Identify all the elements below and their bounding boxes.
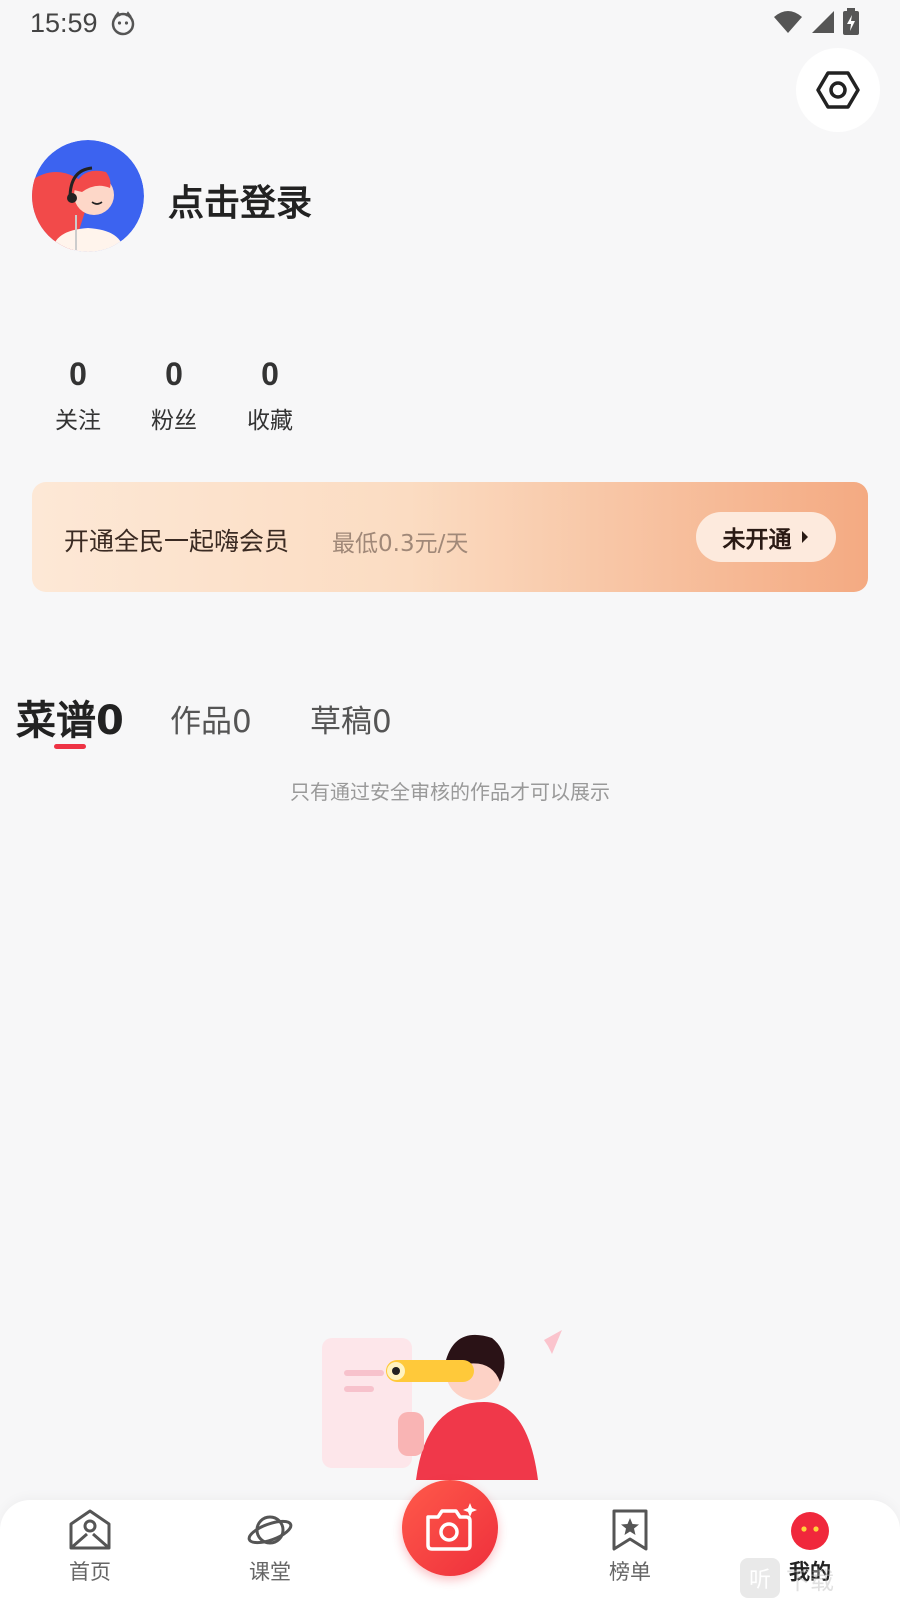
chevron-right-icon — [801, 531, 808, 543]
stat-following[interactable]: 0 关注 — [38, 356, 118, 435]
home-icon — [69, 1509, 111, 1550]
tab-recipes-label: 菜谱0 — [16, 698, 124, 744]
stat-favorites[interactable]: 0 收藏 — [230, 356, 310, 435]
vip-banner[interactable]: 开通全民一起嗨会员 最低0.3元/天 未开通 — [32, 482, 868, 592]
settings-icon — [816, 71, 860, 109]
battery-icon — [843, 8, 859, 35]
stat-fans-label: 粉丝 — [151, 408, 197, 434]
signal-icon — [812, 11, 834, 33]
stat-following-label: 关注 — [55, 408, 101, 434]
nav-classroom-label: 课堂 — [249, 1560, 291, 1584]
wifi-icon — [774, 11, 802, 33]
stat-fans[interactable]: 0 粉丝 — [134, 356, 214, 435]
vip-status-button[interactable]: 未开通 — [696, 512, 836, 562]
stat-following-count: 0 — [69, 356, 87, 392]
watermark: 听 下载 — [740, 1558, 834, 1598]
stat-fans-count: 0 — [165, 356, 183, 392]
settings-button[interactable] — [796, 48, 880, 132]
stat-favorites-label: 收藏 — [247, 408, 293, 434]
tab-drafts[interactable]: 草稿0 — [310, 696, 392, 741]
watermark-text: 下载 — [786, 1566, 834, 1595]
planet-icon — [247, 1515, 293, 1545]
bookmark-star-icon — [612, 1509, 648, 1551]
status-bar: 15:59 — [0, 0, 900, 48]
watermark-badge: 听 — [740, 1558, 780, 1598]
avatar-illustration-icon — [32, 140, 144, 252]
empty-state-illustration — [322, 1330, 562, 1480]
stat-favorites-count: 0 — [261, 356, 279, 392]
login-prompt[interactable]: 点击登录 — [168, 174, 312, 226]
camera-button[interactable] — [402, 1480, 498, 1576]
nav-classroom[interactable]: 课堂 — [220, 1508, 320, 1586]
tab-active-indicator — [54, 744, 86, 749]
nav-rankings-label: 榜单 — [609, 1560, 651, 1584]
status-face-icon — [111, 11, 135, 36]
nav-rankings[interactable]: 榜单 — [580, 1508, 680, 1586]
status-time: 15:59 — [30, 8, 98, 38]
status-icons — [772, 8, 860, 36]
tab-works-label: 作品0 — [170, 704, 252, 740]
vip-title: 开通全民一起嗨会员 — [64, 527, 290, 556]
vip-subtitle: 最低0.3元/天 — [332, 531, 469, 557]
tab-works[interactable]: 作品0 — [170, 696, 252, 741]
vip-status-label: 未开通 — [722, 527, 792, 553]
profile-icon — [791, 1512, 829, 1550]
tab-drafts-label: 草稿0 — [310, 704, 392, 740]
review-notice: 只有通过安全审核的作品才可以展示 — [290, 780, 610, 804]
tab-recipes[interactable]: 菜谱0 — [16, 688, 124, 749]
nav-home-label: 首页 — [69, 1560, 111, 1584]
avatar[interactable] — [32, 140, 144, 252]
nav-home[interactable]: 首页 — [40, 1508, 140, 1586]
camera-icon — [426, 1503, 477, 1551]
